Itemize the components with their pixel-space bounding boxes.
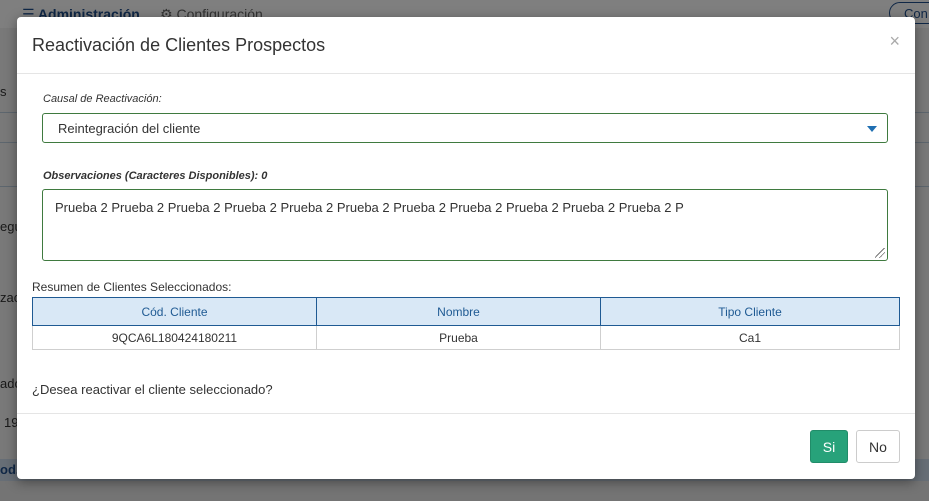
modal-footer-divider [17, 413, 915, 414]
no-button[interactable]: No [856, 430, 900, 463]
close-icon[interactable]: × [889, 31, 900, 52]
modal-title: Reactivación de Clientes Prospectos [32, 35, 326, 55]
resize-handle-icon[interactable] [875, 248, 885, 258]
modal-header: Reactivación de Clientes Prospectos × [17, 17, 915, 74]
cell-client-name: Prueba [316, 325, 601, 350]
column-header-type[interactable]: Tipo Cliente [600, 297, 900, 326]
table-header-row: Cód. Cliente Nombre Tipo Cliente [32, 297, 900, 326]
causal-label: Causal de Reactivación: [43, 93, 162, 105]
cell-client-code: 9QCA6L180424180211 [32, 325, 317, 350]
causal-selected-value: Reintegración del cliente [58, 121, 201, 136]
observations-label: Observaciones (Caracteres Disponibles): … [43, 170, 268, 182]
yes-button[interactable]: Si [810, 430, 848, 463]
causal-select[interactable]: Reintegración del cliente [42, 113, 888, 143]
column-header-name[interactable]: Nombre [316, 297, 601, 326]
confirm-question: ¿Desea reactivar el cliente seleccionado… [32, 382, 273, 397]
selected-clients-table: Cód. Cliente Nombre Tipo Cliente 9QCA6L1… [32, 297, 900, 350]
observations-text: Prueba 2 Prueba 2 Prueba 2 Prueba 2 Prue… [55, 200, 684, 215]
reactivation-modal: Reactivación de Clientes Prospectos × Ca… [17, 17, 915, 479]
chevron-down-icon [867, 126, 877, 132]
cell-client-type: Ca1 [600, 325, 900, 350]
column-header-code[interactable]: Cód. Cliente [32, 297, 317, 326]
observations-textarea[interactable]: Prueba 2 Prueba 2 Prueba 2 Prueba 2 Prue… [42, 189, 888, 261]
table-row[interactable]: 9QCA6L180424180211 Prueba Ca1 [32, 325, 900, 350]
summary-label: Resumen de Clientes Seleccionados: [32, 280, 232, 294]
